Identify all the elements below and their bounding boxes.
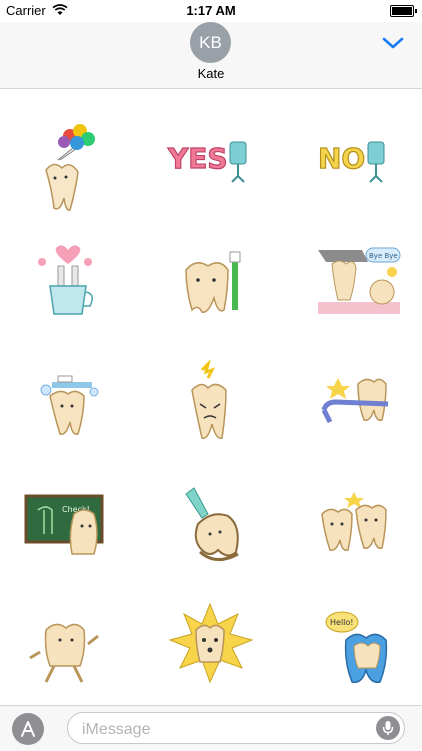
sticker-grid: YES NO Bye Bye Check! Hello! bbox=[0, 90, 422, 702]
sticker-hello-text: Hello! bbox=[330, 618, 353, 627]
conversation-header: KB Kate bbox=[0, 22, 422, 89]
microphone-icon bbox=[382, 721, 394, 735]
sticker-bye-bye-text: Bye Bye bbox=[369, 252, 398, 260]
sticker-yes[interactable]: YES bbox=[152, 120, 272, 230]
tooth-toothbrush-icon bbox=[185, 251, 241, 313]
sticker-no-text: NO bbox=[318, 142, 365, 175]
toothbrushes-cup-icon bbox=[38, 245, 93, 315]
sticker-tooth-pain[interactable] bbox=[152, 359, 272, 470]
sticker-yes-text: YES bbox=[167, 142, 228, 175]
microphone-button[interactable] bbox=[376, 716, 400, 740]
sticker-tooth-toothbrush[interactable] bbox=[152, 240, 272, 350]
tooth-running-icon bbox=[29, 623, 99, 683]
sticker-tooth-running[interactable] bbox=[10, 600, 130, 710]
chevron-down-icon[interactable] bbox=[382, 36, 404, 55]
clock-time: 1:17 AM bbox=[186, 3, 236, 18]
app-store-icon bbox=[21, 721, 35, 737]
tooth-floss-icon bbox=[321, 378, 389, 424]
sticker-tooth-shock[interactable] bbox=[152, 600, 272, 710]
sticker-tooth-floss[interactable] bbox=[300, 360, 420, 470]
status-bar: Carrier 1:17 AM bbox=[0, 0, 422, 22]
yes-toothbrush-icon: YES bbox=[166, 141, 247, 183]
sticker-tooth-brushing[interactable] bbox=[10, 360, 130, 470]
message-composer bbox=[0, 705, 422, 751]
sticker-tooth-drill[interactable] bbox=[152, 480, 272, 590]
sticker-tooth-hello[interactable]: Hello! bbox=[300, 600, 420, 710]
contact-avatar[interactable]: KB bbox=[190, 22, 231, 63]
tooth-brushing-icon bbox=[40, 375, 99, 435]
sticker-teeth-friends[interactable] bbox=[300, 480, 420, 590]
tooth-shock-icon bbox=[168, 602, 254, 684]
tooth-pain-icon bbox=[191, 359, 227, 439]
no-toothbrush-icon: NO bbox=[317, 141, 385, 183]
message-input[interactable] bbox=[80, 719, 364, 741]
sticker-toothbrushes-cup[interactable] bbox=[10, 240, 130, 350]
contact-name[interactable]: Kate bbox=[0, 66, 422, 81]
teeth-friends-icon bbox=[321, 492, 387, 552]
sticker-bye-bye[interactable]: Bye Bye bbox=[300, 240, 420, 350]
tooth-hello-icon: Hello! bbox=[325, 611, 388, 683]
sticker-no[interactable]: NO bbox=[300, 120, 420, 230]
tooth-drill-icon bbox=[185, 487, 239, 561]
app-store-button[interactable] bbox=[12, 713, 44, 745]
sticker-tooth-balloons[interactable] bbox=[10, 120, 130, 230]
battery-icon bbox=[390, 5, 417, 17]
tooth-bye-bye-icon: Bye Bye bbox=[318, 247, 401, 314]
tooth-check-board-icon: Check! bbox=[24, 494, 104, 555]
tooth-balloons-icon bbox=[45, 124, 95, 211]
sticker-check-board[interactable]: Check! bbox=[10, 480, 130, 590]
imessage-field[interactable] bbox=[67, 712, 405, 744]
